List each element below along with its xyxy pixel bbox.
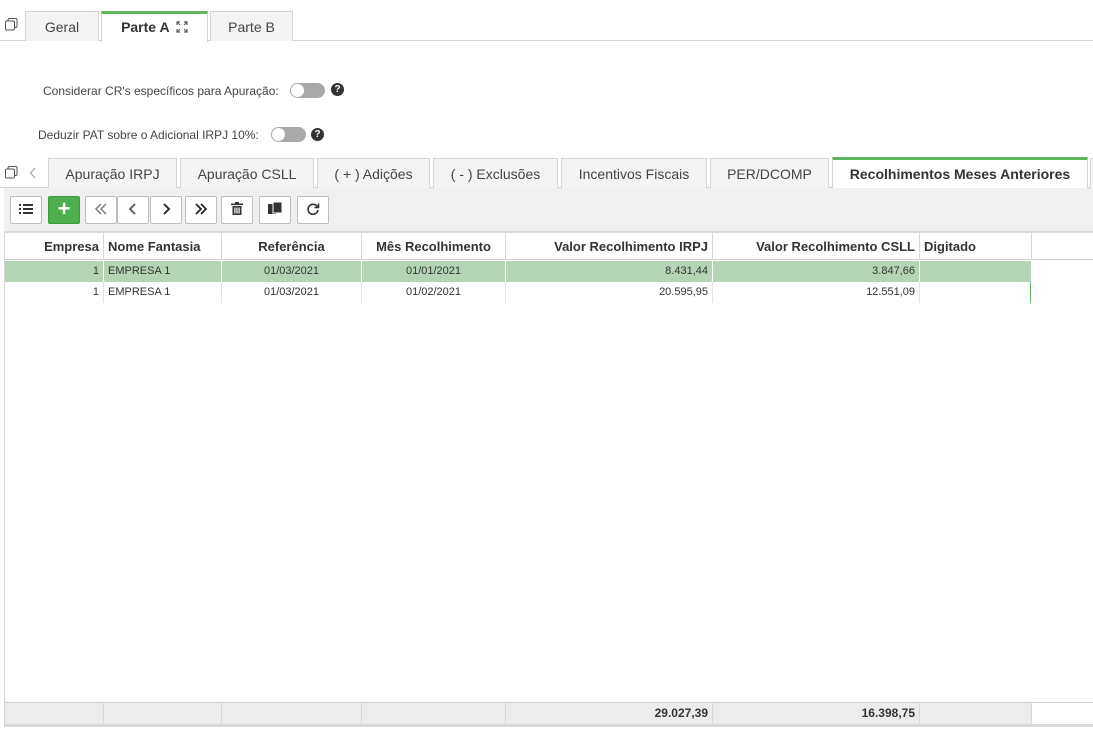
grid-toolbar: +: [4, 188, 1093, 233]
tab-geral[interactable]: Geral: [25, 11, 99, 41]
plus-icon: +: [57, 196, 71, 221]
grid-totals-row: 29.027,39 16.398,75: [5, 702, 1093, 724]
tab-parte-a[interactable]: Parte A: [101, 11, 208, 42]
total-cell-empty: [104, 703, 222, 724]
cell-empresa: 1: [5, 261, 104, 282]
restore-window-icon[interactable]: [5, 166, 18, 179]
tab-label: PER/DCOMP: [727, 166, 812, 182]
trash-icon: [231, 202, 243, 215]
tab-label: Apuração IRPJ: [65, 166, 160, 182]
tab-label: Parte A: [121, 19, 170, 35]
list-icon: [19, 204, 33, 214]
cell-digitado: [920, 261, 1031, 282]
total-cell-empty: [920, 703, 1032, 724]
total-cell-filler: [1032, 703, 1093, 724]
cr-especificos-toggle[interactable]: [290, 83, 325, 98]
option-label-deduzir-pat: Deduzir PAT sobre o Adicional IRPJ 10%:: [38, 128, 259, 142]
cell-valor-csll: 3.847,66: [713, 261, 920, 282]
table-row[interactable]: 1 EMPRESA 1 01/03/2021 01/01/2021 8.431,…: [5, 261, 1031, 282]
tab-adicoes[interactable]: ( + ) Adições: [317, 158, 430, 188]
tab-label: Geral: [44, 19, 80, 35]
column-header-valor-irpj[interactable]: Valor Recolhimento IRPJ: [506, 233, 713, 260]
table-row[interactable]: 1 EMPRESA 1 01/03/2021 01/02/2021 20.595…: [5, 282, 1031, 303]
tab-incentivos-fiscais[interactable]: Incentivos Fiscais: [561, 158, 707, 188]
add-button[interactable]: +: [48, 196, 80, 224]
cell-nome-fantasia: EMPRESA 1: [104, 261, 222, 282]
top-tab-bar: Geral Parte A Parte B: [0, 0, 1093, 42]
total-valor-csll: 16.398,75: [713, 703, 920, 724]
next-record-button[interactable]: [150, 196, 182, 224]
cell-valor-irpj: 20.595,95: [506, 282, 713, 303]
expand-icon[interactable]: [176, 21, 188, 33]
option-label-cr-especificos: Considerar CR's específicos para Apuraçã…: [43, 84, 279, 98]
cell-referencia: 01/03/2021: [222, 282, 362, 303]
refresh-button[interactable]: [297, 196, 329, 224]
tab-label: Incentivos Fiscais: [578, 166, 690, 182]
tab-label: ( - ) Exclusões: [450, 166, 541, 182]
sub-tab-bar: Apuração IRPJ Apuração CSLL ( + ) Adiçõe…: [0, 156, 1093, 189]
cell-nome-fantasia: EMPRESA 1: [104, 282, 222, 303]
tab-per-dcomp[interactable]: PER/DCOMP: [710, 158, 829, 188]
cell-valor-csll: 12.551,09: [713, 282, 920, 303]
tab-exclusoes[interactable]: ( - ) Exclusões: [433, 158, 558, 188]
copy-button[interactable]: [259, 196, 291, 224]
tab-parte-b[interactable]: Parte B: [210, 11, 293, 41]
toggle-knob: [272, 128, 285, 141]
column-header-empresa[interactable]: Empresa: [5, 233, 104, 260]
data-grid: Empresa Nome Fantasia Referência Mês Rec…: [4, 233, 1093, 727]
first-record-button[interactable]: [85, 196, 117, 224]
restore-window-icon[interactable]: [5, 18, 18, 31]
column-header-nome-fantasia[interactable]: Nome Fantasia: [104, 233, 222, 260]
scroll-left-icon[interactable]: [29, 167, 37, 179]
cell-mes-recolhimento: 01/02/2021: [362, 282, 506, 303]
help-icon[interactable]: ?: [311, 128, 324, 141]
column-header-referencia[interactable]: Referência: [222, 233, 362, 260]
chevron-right-icon: [163, 203, 171, 215]
total-cell-empty: [362, 703, 506, 724]
toggle-knob: [291, 84, 304, 97]
help-icon[interactable]: ?: [331, 83, 344, 96]
total-cell-empty: [5, 703, 104, 724]
chevron-left-icon: [128, 203, 136, 215]
list-view-button[interactable]: [10, 196, 42, 224]
total-cell-empty: [222, 703, 362, 724]
cell-digitado[interactable]: [920, 282, 1031, 303]
tab-label: Parte B: [228, 19, 275, 35]
column-header-mes-recolhimento[interactable]: Mês Recolhimento: [362, 233, 506, 260]
grid-bottom-border: [4, 724, 1093, 727]
tab-label: Recolhimentos Meses Anteriores: [849, 166, 1071, 182]
double-chevron-right-icon: [195, 203, 208, 215]
cell-empresa: 1: [5, 282, 104, 303]
tab-label: ( + ) Adições: [334, 166, 413, 182]
tab-recolhimentos-meses-anteriores[interactable]: Recolhimentos Meses Anteriores: [832, 157, 1088, 189]
double-chevron-left-icon: [94, 203, 107, 215]
refresh-icon: [307, 203, 320, 216]
copy-icon: [268, 201, 283, 214]
cell-valor-irpj: 8.431,44: [506, 261, 713, 282]
column-header-digitado[interactable]: Digitado: [920, 233, 1032, 260]
total-valor-irpj: 29.027,39: [506, 703, 713, 724]
previous-record-button[interactable]: [117, 196, 149, 224]
tab-apuracao-csll[interactable]: Apuração CSLL: [180, 158, 314, 188]
cell-referencia: 01/03/2021: [222, 261, 362, 282]
column-header-valor-csll[interactable]: Valor Recolhimento CSLL: [713, 233, 920, 260]
deduzir-pat-toggle[interactable]: [271, 127, 306, 142]
tab-label: Apuração CSLL: [197, 166, 297, 182]
last-record-button[interactable]: [185, 196, 217, 224]
delete-button[interactable]: [221, 196, 253, 224]
tab-apuracao-irpj[interactable]: Apuração IRPJ: [48, 158, 177, 188]
cell-mes-recolhimento: 01/01/2021: [362, 261, 506, 282]
column-header-filler: [1032, 233, 1093, 260]
